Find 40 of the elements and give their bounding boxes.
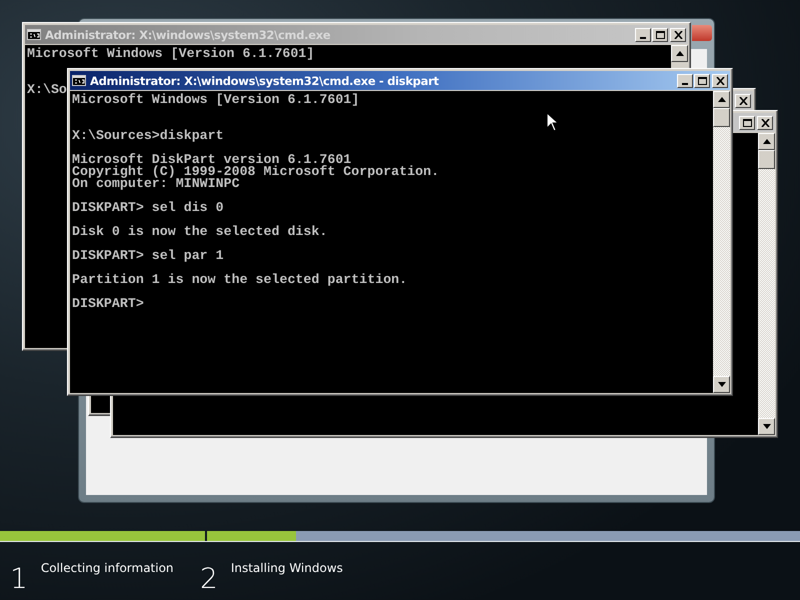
console-line: Microsoft DiskPart version 6.1.7601 xyxy=(72,154,352,166)
step-number: 2 xyxy=(200,564,218,594)
maximize-button[interactable] xyxy=(694,74,710,88)
console-line: On computer: MINWINPC xyxy=(72,178,241,190)
scroll-down-button[interactable] xyxy=(758,418,775,435)
scroll-up-button[interactable] xyxy=(758,133,775,150)
step-number: 1 xyxy=(10,564,28,594)
close-button[interactable] xyxy=(712,74,728,88)
up-arrow-icon xyxy=(718,97,726,102)
down-arrow-icon xyxy=(762,424,770,429)
window-title: Administrator: X:\windows\system32\cmd.exe - diskpart xyxy=(90,74,439,88)
down-arrow-icon xyxy=(718,382,726,387)
step-label: Installing Windows xyxy=(230,561,343,575)
console-line: X:\Sources>diskpart xyxy=(72,130,225,142)
console-icon xyxy=(72,75,86,86)
scrollbar-thumb[interactable] xyxy=(758,150,775,169)
console-line: DISKPART> sel par 1 xyxy=(72,250,225,262)
console-line: Copyright (C) 1999-2008 Microsoft Corporation. xyxy=(72,166,440,178)
up-arrow-icon xyxy=(762,139,770,144)
window-title: Administrator: X:\windows\system32\cmd.exe xyxy=(45,28,330,42)
mouse-cursor-icon xyxy=(546,112,559,132)
step-label: Collecting information xyxy=(40,561,174,575)
console-line: DISKPART> sel dis 0 xyxy=(72,202,225,214)
close-icon xyxy=(760,118,770,126)
close-icon xyxy=(674,30,682,38)
minimize-button[interactable] xyxy=(677,74,693,88)
console-line: Microsoft Windows [Version 6.1.7601] xyxy=(72,94,360,106)
console-line: X:\So xyxy=(27,84,68,96)
scroll-up-button[interactable] xyxy=(671,45,688,62)
console-line: Microsoft Windows [Version 6.1.7601] xyxy=(27,48,316,60)
console-line: DISKPART> xyxy=(72,298,145,310)
scrollbar-thumb[interactable] xyxy=(713,108,730,127)
scroll-down-button[interactable] xyxy=(713,376,730,393)
console-line: Disk 0 is now the selected disk. xyxy=(72,226,328,238)
scroll-up-button[interactable] xyxy=(713,91,730,108)
close-icon xyxy=(716,76,724,84)
console-line: Partition 1 is now the selected partition. xyxy=(72,274,408,286)
close-icon xyxy=(738,96,748,104)
console-icon xyxy=(27,29,41,40)
up-arrow-icon xyxy=(676,51,684,56)
